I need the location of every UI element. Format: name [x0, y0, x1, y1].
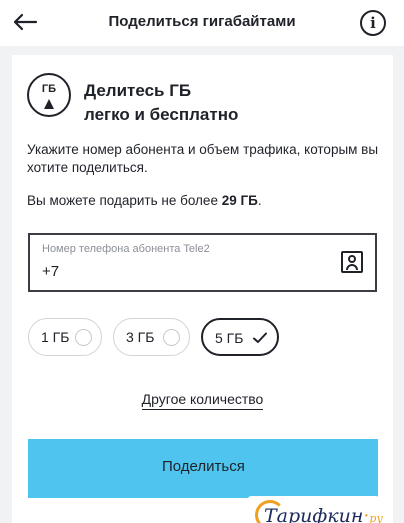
- heading-line-1: Делитесь ГБ: [84, 81, 192, 100]
- info-button[interactable]: i: [360, 10, 386, 36]
- contact-body: [346, 264, 358, 270]
- arrow-up-icon: [44, 99, 54, 109]
- checkmark-icon: [253, 332, 267, 343]
- amount-option-label: 5 ГБ: [215, 330, 244, 346]
- amount-option-label: 3 ГБ: [126, 329, 155, 345]
- limit-suffix: .: [257, 193, 262, 208]
- gb-icon: ГБ: [27, 73, 71, 117]
- other-amount-link[interactable]: Другое количество: [141, 391, 264, 410]
- limit-text: Вы можете подарить не более 29 ГБ.: [27, 193, 262, 208]
- amount-option-5gb[interactable]: 5 ГБ: [201, 318, 279, 356]
- arrow-left-icon: [13, 13, 38, 31]
- info-icon: i: [370, 13, 376, 32]
- watermark-main: Тарифкин: [264, 505, 364, 523]
- top-bar: Поделиться гигабайтами i: [0, 0, 404, 46]
- watermark-logo: Тарифкин·ру: [248, 496, 383, 523]
- amount-option-1gb[interactable]: 1 ГБ: [28, 318, 102, 356]
- page-title: Поделиться гигабайтами: [108, 13, 296, 30]
- phone-input-value[interactable]: +7: [42, 263, 59, 280]
- amount-option-3gb[interactable]: 3 ГБ: [113, 318, 190, 356]
- limit-prefix: Вы можете подарить не более: [27, 193, 222, 208]
- radio-unchecked-icon: [163, 329, 180, 346]
- amount-option-label: 1 ГБ: [41, 329, 70, 345]
- intro-heading: Делитесь ГБ легко и бесплатно: [84, 79, 238, 127]
- other-amount-row: Другое количество: [12, 391, 393, 410]
- phone-input[interactable]: Номер телефона абонента Tele2 +7: [28, 233, 377, 292]
- watermark-text: Тарифкин·ру: [264, 505, 383, 523]
- contact-head: [348, 255, 356, 263]
- back-button[interactable]: [8, 7, 42, 37]
- phone-input-label: Номер телефона абонента Tele2: [42, 243, 210, 255]
- limit-value: 29 ГБ: [221, 193, 258, 208]
- share-button[interactable]: Поделиться: [28, 439, 378, 498]
- share-card: ГБ Делитесь ГБ легко и бесплатно Укажите…: [12, 55, 393, 523]
- gb-icon-label: ГБ: [41, 83, 57, 95]
- radio-unchecked-icon: [75, 329, 92, 346]
- intro-description: Укажите номер абонента и объем трафика, …: [27, 142, 379, 175]
- heading-line-2: легко и бесплатно: [84, 105, 239, 124]
- watermark-suffix: ру: [369, 512, 383, 523]
- contact-book-icon[interactable]: [341, 251, 363, 273]
- share-button-label: Поделиться: [162, 458, 245, 475]
